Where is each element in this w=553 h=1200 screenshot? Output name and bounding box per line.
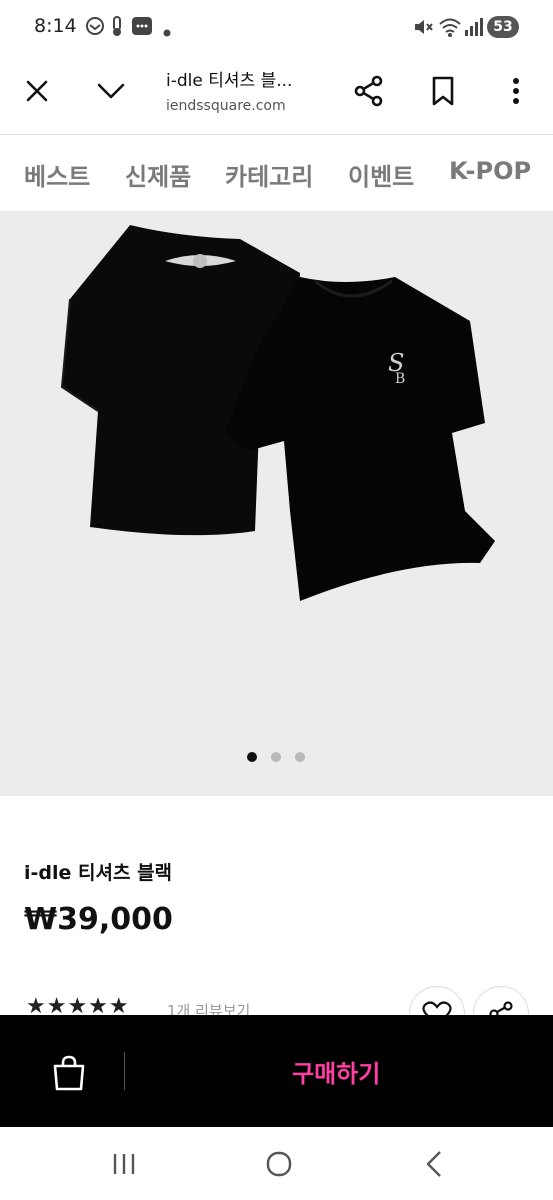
category-new[interactable]: 신제품 (125, 157, 191, 192)
home-icon (266, 1151, 292, 1177)
product-image: S B (60, 225, 495, 601)
recent-apps-button[interactable] (104, 1148, 144, 1180)
category-best[interactable]: 베스트 (24, 157, 90, 192)
app-notification-icon (84, 15, 106, 41)
status-time: 8:14 (34, 15, 77, 37)
product-price: ₩39,000 (24, 902, 173, 937)
share-button[interactable] (349, 71, 389, 111)
battery-indicator: 53 (487, 16, 519, 38)
cart-button[interactable] (46, 1050, 92, 1096)
close-button[interactable] (18, 72, 56, 110)
svg-text:B: B (395, 371, 405, 387)
category-event[interactable]: 이벤트 (348, 157, 414, 192)
carousel-dot-3[interactable] (295, 752, 305, 762)
close-icon (26, 80, 48, 102)
page-url[interactable]: iendssquare.com (166, 98, 286, 114)
category-kpop[interactable]: K-POP (449, 157, 531, 185)
shopping-bag-icon (53, 1055, 85, 1091)
back-button[interactable] (414, 1146, 454, 1182)
share-icon (354, 75, 383, 107)
expand-button[interactable] (92, 72, 130, 110)
product-name: i-dle 티셔츠 블랙 (24, 862, 173, 884)
bookmark-icon (432, 76, 454, 106)
message-icon (131, 16, 153, 40)
page-title[interactable]: i-dle 티셔츠 블... (166, 66, 292, 91)
home-button[interactable] (258, 1146, 300, 1182)
wifi-icon (438, 16, 462, 42)
recent-apps-icon (113, 1154, 135, 1174)
product-image-carousel[interactable]: S B (0, 211, 553, 796)
purchase-divider (124, 1052, 125, 1090)
category-category[interactable]: 카테고리 (225, 157, 313, 192)
bookmark-button[interactable] (423, 71, 463, 111)
more-options-button[interactable] (498, 71, 534, 111)
signal-icon (463, 16, 483, 42)
thermometer-icon (110, 15, 124, 41)
back-icon (426, 1151, 441, 1177)
buy-now-button[interactable]: 구매하기 (292, 1054, 380, 1089)
more-vertical-icon (513, 78, 519, 104)
more-notifications-icon (163, 22, 171, 41)
mute-icon (412, 16, 434, 42)
carousel-dot-1[interactable] (247, 752, 257, 762)
carousel-dot-2[interactable] (271, 752, 281, 762)
chevron-down-icon (97, 83, 125, 99)
